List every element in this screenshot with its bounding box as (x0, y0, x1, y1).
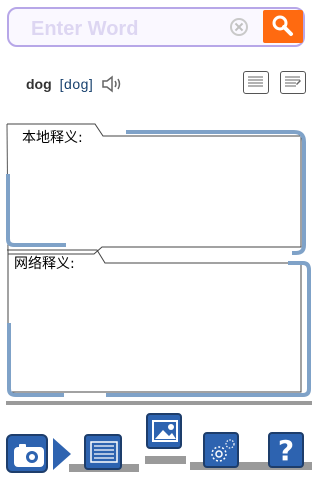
dictionary-screen: dog [dog] (0, 0, 320, 480)
list-button[interactable] (84, 434, 122, 470)
camera-button[interactable] (6, 434, 48, 473)
meaning-panels (6, 123, 311, 397)
gear-icon (211, 439, 235, 462)
image-icon (152, 420, 178, 442)
toolbar-shadow-mid (145, 456, 186, 464)
help-button[interactable]: ? (268, 432, 304, 468)
image-button[interactable] (146, 413, 182, 449)
help-icon: ? (277, 434, 295, 467)
local-meaning-title: 本地释义: (22, 130, 83, 146)
toolbar-divider (6, 401, 312, 405)
list-icon (90, 441, 118, 463)
web-meaning-title: 网络释义: (14, 256, 75, 272)
camera-icon (14, 444, 44, 467)
play-arrow-icon[interactable] (53, 438, 71, 470)
settings-button[interactable] (203, 432, 239, 468)
